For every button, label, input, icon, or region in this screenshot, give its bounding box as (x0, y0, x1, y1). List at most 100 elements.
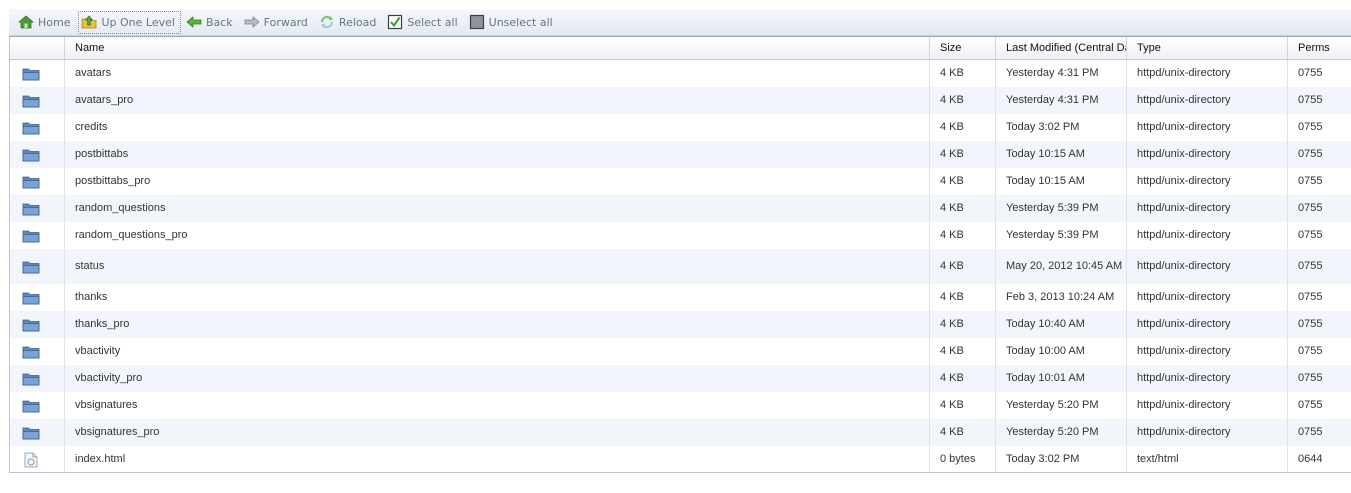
row-name[interactable]: postbittabs_pro (65, 168, 930, 195)
row-icon-cell[interactable] (10, 222, 65, 249)
row-type: httpd/unix-directory (1127, 419, 1288, 446)
row-name[interactable]: avatars (65, 60, 930, 87)
row-icon-cell[interactable] (10, 392, 65, 419)
row-size: 4 KB (930, 365, 996, 392)
table-row[interactable]: credits 4 KB Today 3:02 PM httpd/unix-direc… (10, 114, 1351, 141)
row-name[interactable]: thanks_pro (65, 311, 930, 338)
up-one-level-button[interactable]: Up One Level (78, 10, 181, 34)
row-type: httpd/unix-directory (1127, 60, 1288, 87)
arrow-left-icon (186, 14, 202, 30)
row-name[interactable]: vbactivity_pro (65, 365, 930, 392)
row-perms[interactable]: 0755 (1288, 222, 1350, 249)
row-perms[interactable]: 0755 (1288, 87, 1350, 114)
row-name[interactable]: vbactivity (65, 338, 930, 365)
row-name[interactable]: vbsignatures (65, 392, 930, 419)
table-row[interactable]: thanks_pro 4 KB Today 10:40 AM httpd/unix-d… (10, 311, 1351, 338)
row-icon-cell[interactable] (10, 141, 65, 168)
table-row[interactable]: vbsignatures_pro 4 KB Yesterday 5:20 PM htt… (10, 419, 1351, 446)
column-header-name[interactable]: Name (65, 37, 930, 59)
row-size: 4 KB (930, 141, 996, 168)
folder-icon (22, 174, 40, 190)
table-row[interactable]: avatars_pro 4 KB Yesterday 4:31 PM httpd/un… (10, 87, 1351, 114)
row-icon-cell[interactable] (10, 60, 65, 87)
row-perms[interactable]: 0755 (1288, 168, 1350, 195)
row-modified: Yesterday 5:20 PM (996, 392, 1127, 419)
row-icon-cell[interactable] (10, 87, 65, 114)
row-name[interactable]: postbittabs (65, 141, 930, 168)
arrow-right-icon (244, 14, 260, 30)
table-row[interactable]: random_questions 4 KB Yesterday 5:39 PM htt… (10, 195, 1351, 222)
row-icon-cell[interactable] (10, 195, 65, 222)
column-header-size[interactable]: Size (930, 37, 996, 59)
row-name[interactable]: vbsignatures_pro (65, 419, 930, 446)
row-perms[interactable]: 0644 (1288, 446, 1350, 472)
folder-icon (22, 317, 40, 333)
row-perms[interactable]: 0755 (1288, 392, 1350, 419)
row-type: httpd/unix-directory (1127, 284, 1288, 311)
table-row[interactable]: postbittabs 4 KB Today 10:15 AM httpd/unix-… (10, 141, 1351, 168)
row-name[interactable]: avatars_pro (65, 87, 930, 114)
row-perms[interactable]: 0755 (1288, 419, 1350, 446)
row-modified: Today 10:01 AM (996, 365, 1127, 392)
row-modified: Today 3:02 PM (996, 114, 1127, 141)
back-button[interactable]: Back (183, 11, 239, 34)
row-modified: Today 10:15 AM (996, 141, 1127, 168)
row-perms[interactable]: 0755 (1288, 114, 1350, 141)
row-icon-cell[interactable] (10, 249, 65, 284)
table-row[interactable]: status 4 KB May 20, 2012 10:45 AM httpd/uni… (10, 249, 1351, 284)
row-icon-cell[interactable] (10, 114, 65, 141)
file-icon (22, 452, 40, 468)
column-header-modified[interactable]: Last Modified (Central Da (996, 37, 1127, 59)
row-perms[interactable]: 0755 (1288, 249, 1350, 284)
table-row[interactable]: thanks 4 KB Feb 3, 2013 10:24 AM httpd/unix… (10, 284, 1351, 311)
row-perms[interactable]: 0755 (1288, 311, 1350, 338)
row-size: 4 KB (930, 249, 996, 284)
row-icon-cell[interactable] (10, 168, 65, 195)
row-name[interactable]: random_questions_pro (65, 222, 930, 249)
row-icon-cell[interactable] (10, 419, 65, 446)
row-type: httpd/unix-directory (1127, 365, 1288, 392)
row-size: 4 KB (930, 114, 996, 141)
toolbar: Home Up One Level Back Forward Reload Se… (9, 9, 1351, 36)
row-icon-cell[interactable] (10, 446, 65, 472)
row-perms[interactable]: 0755 (1288, 284, 1350, 311)
row-perms[interactable]: 0755 (1288, 365, 1350, 392)
column-header-perms[interactable]: Perms (1288, 37, 1350, 59)
table-row[interactable]: random_questions_pro 4 KB Yesterday 5:39 P… (10, 222, 1351, 249)
row-modified: Today 10:00 AM (996, 338, 1127, 365)
row-icon-cell[interactable] (10, 284, 65, 311)
table-row[interactable]: vbactivity 4 KB Today 10:00 AM httpd/unix-d… (10, 338, 1351, 365)
table-row[interactable]: postbittabs_pro 4 KB Today 10:15 AM httpd/u… (10, 168, 1351, 195)
row-name[interactable]: thanks (65, 284, 930, 311)
row-perms[interactable]: 0755 (1288, 141, 1350, 168)
row-modified: Yesterday 5:20 PM (996, 419, 1127, 446)
column-header-icon (10, 37, 65, 59)
row-name[interactable]: status (65, 249, 930, 284)
unselect-all-button[interactable]: Unselect all (466, 11, 559, 34)
table-row[interactable]: index.html 0 bytes Today 3:02 PM text/html 0… (10, 446, 1351, 472)
reload-button[interactable]: Reload (316, 11, 382, 34)
row-perms[interactable]: 0755 (1288, 60, 1350, 87)
row-type: httpd/unix-directory (1127, 392, 1288, 419)
home-button[interactable]: Home (15, 11, 76, 34)
forward-button[interactable]: Forward (241, 11, 314, 34)
table-row[interactable]: avatars 4 KB Yesterday 4:31 PM httpd/unix-d… (10, 60, 1351, 87)
row-icon-cell[interactable] (10, 311, 65, 338)
row-type: httpd/unix-directory (1127, 338, 1288, 365)
select-all-label: Select all (407, 15, 458, 29)
row-modified: Today 10:40 AM (996, 311, 1127, 338)
row-name[interactable]: random_questions (65, 195, 930, 222)
row-name[interactable]: credits (65, 114, 930, 141)
table-row[interactable]: vbsignatures 4 KB Yesterday 5:20 PM httpd/u… (10, 392, 1351, 419)
row-icon-cell[interactable] (10, 365, 65, 392)
select-all-button[interactable]: Select all (384, 11, 463, 34)
row-perms[interactable]: 0755 (1288, 338, 1350, 365)
row-type: httpd/unix-directory (1127, 168, 1288, 195)
row-name[interactable]: index.html (65, 446, 930, 472)
row-size: 4 KB (930, 338, 996, 365)
row-modified: Today 10:15 AM (996, 168, 1127, 195)
table-row[interactable]: vbactivity_pro 4 KB Today 10:01 AM httpd/un… (10, 365, 1351, 392)
row-icon-cell[interactable] (10, 338, 65, 365)
column-header-type[interactable]: Type (1127, 37, 1288, 59)
row-perms[interactable]: 0755 (1288, 195, 1350, 222)
